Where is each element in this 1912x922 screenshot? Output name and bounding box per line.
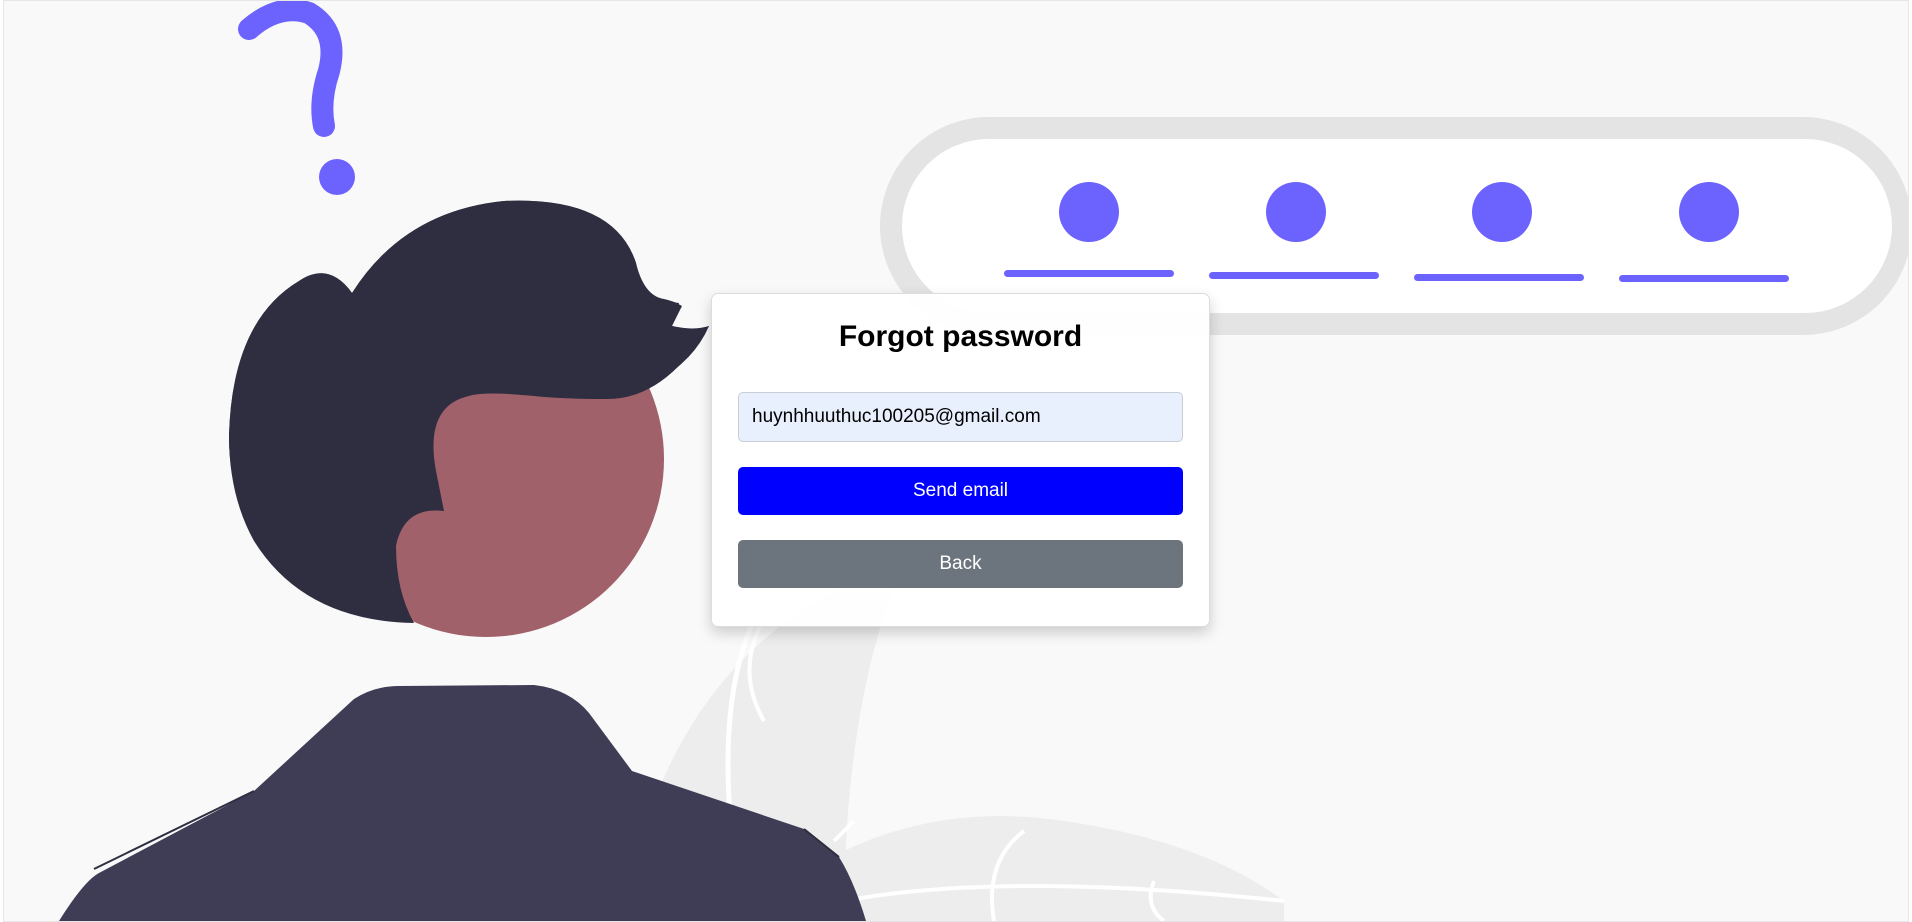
forgot-password-card: Forgot password Send email Back	[711, 293, 1210, 627]
page-title: Forgot password	[838, 320, 1083, 353]
email-field[interactable]	[738, 392, 1183, 442]
back-button[interactable]: Back	[738, 540, 1183, 588]
page-background: Forgot password Send email Back	[3, 0, 1909, 922]
send-email-button[interactable]: Send email	[738, 467, 1183, 515]
question-mark-icon	[238, 1, 355, 195]
